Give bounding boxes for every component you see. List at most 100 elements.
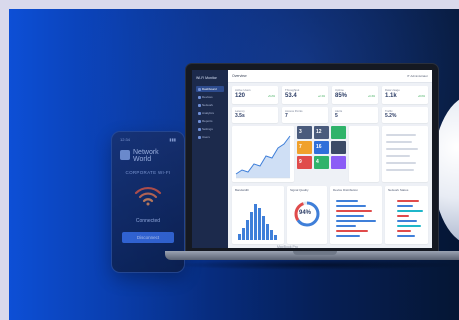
devices-icon (197, 95, 201, 99)
hbar (397, 230, 411, 232)
sidebar-item-users[interactable]: Users (196, 134, 224, 140)
tile-green-2[interactable] (331, 126, 346, 139)
kpi-label: Data Usage (385, 88, 400, 92)
network-status-panel: Network Status (385, 186, 428, 244)
hbar (336, 225, 356, 227)
phone-subtitle: CORPORATE WI-FI (125, 170, 171, 175)
sidebar-item-devices[interactable]: Devices (196, 94, 224, 100)
tile-orange[interactable]: 7 (297, 141, 312, 154)
laptop-shadow (169, 260, 459, 270)
histogram-bar (254, 204, 257, 240)
laptop-model-label: MacBook Pro (277, 245, 299, 249)
sidebar-item-settings[interactable]: Settings (196, 126, 224, 132)
hbar (397, 200, 419, 202)
signal-quality-panel: Signal Quality 94% (287, 186, 327, 244)
hbar (397, 225, 421, 227)
scene: 12:34 ▮▮▮ Network World CORPORATE WI-FI … (9, 9, 459, 320)
sidebar-item-reports[interactable]: Reports (196, 118, 224, 124)
page-title: Overview (232, 74, 247, 78)
hbar (397, 220, 417, 222)
list-row (386, 141, 412, 143)
histogram-bar (258, 208, 261, 240)
line-chart (235, 135, 291, 179)
kpi-value: 120 (235, 93, 246, 99)
tile-slate-2[interactable]: 12 (314, 126, 329, 139)
settings-icon (197, 127, 201, 131)
users-icon (197, 135, 201, 139)
donut-value: 94% (299, 210, 312, 216)
dashboard-icon (197, 87, 201, 91)
sidebar-item-analytics[interactable]: Analytics (196, 110, 224, 116)
kpi-card-uptime[interactable]: Uptime 85% +0.4% (332, 86, 378, 104)
kpi-card-throughput[interactable]: Throughput 53.4 +2.1% (282, 86, 328, 104)
laptop-lid: Wi-Fi Monitor Dashboard Devices Network … (185, 63, 439, 253)
kpi-card-users[interactable]: Active Users 120 +5.2% (232, 86, 278, 104)
disconnect-button[interactable]: Disconnect (122, 232, 174, 243)
laptop-base (165, 251, 459, 260)
hbar (336, 210, 372, 212)
histogram-bar (250, 212, 253, 240)
top-bar: Overview IT Administrator (228, 70, 432, 83)
analytics-icon (197, 111, 201, 115)
reports-icon (197, 119, 201, 123)
panel-title: Device Distribution (333, 188, 359, 192)
panel-title: Network Status (388, 188, 409, 192)
histogram-bar (266, 224, 269, 240)
brand-line-1: Network (133, 149, 159, 156)
list-row (386, 134, 416, 136)
kpi-card-latency[interactable]: Latency 3.5s (232, 107, 278, 123)
status-column (349, 126, 379, 182)
laptop-notch (293, 251, 337, 255)
tile-green[interactable]: 4 (314, 156, 329, 169)
hbar (397, 205, 413, 207)
kpi-value: 1.1k (385, 93, 397, 99)
histogram-bar (270, 230, 273, 240)
kpi-card-traffic[interactable]: Traffic 5.2% (382, 107, 428, 123)
histogram-bar (262, 216, 265, 240)
phone-brand: Network World (133, 149, 159, 163)
tile-slate[interactable]: 3 (297, 126, 312, 139)
kpi-value: 5 (335, 113, 338, 119)
kpi-value: 3.5s (235, 113, 245, 119)
hbar (397, 215, 409, 217)
kpi-card-access-points[interactable]: Access Points 7 (282, 107, 328, 123)
hbar (336, 220, 376, 222)
tile-purple[interactable] (331, 156, 346, 169)
network-logo-icon (120, 150, 130, 160)
signal-icon: ▮▮▮ (169, 137, 176, 142)
user-menu[interactable]: IT Administrator (407, 74, 428, 78)
tile-dark[interactable] (331, 141, 346, 154)
hbar (336, 205, 366, 207)
kpi-value: 53.4 (285, 93, 297, 99)
line-chart-panel (232, 126, 294, 182)
kpi-label: Throughput (285, 88, 300, 92)
phone-status-bar: 12:34 ▮▮▮ (120, 137, 176, 142)
histogram-bar (238, 234, 241, 240)
list-row (386, 148, 418, 150)
sidebar: Wi-Fi Monitor Dashboard Devices Network … (192, 70, 228, 248)
list-row (386, 162, 416, 164)
hbar (336, 235, 360, 237)
kpi-card-alerts[interactable]: Alerts 5 (332, 107, 378, 123)
tile-blue[interactable]: 16 (314, 141, 329, 154)
network-icon (197, 103, 201, 107)
sidebar-item-network[interactable]: Network (196, 102, 224, 108)
phone-time: 12:34 (120, 137, 131, 142)
hbar (336, 200, 358, 202)
brand-line-2: World (133, 156, 152, 163)
histogram (238, 200, 280, 240)
hbar (397, 235, 415, 237)
sidebar-item-dashboard[interactable]: Dashboard (196, 86, 224, 92)
list-row (386, 155, 410, 157)
connection-status: Connected (135, 218, 161, 224)
kpi-card-data-usage[interactable]: Data Usage 1.1k +8.0% (382, 86, 428, 104)
tile-red[interactable]: 9 (297, 156, 312, 169)
kpi-value: 85% (335, 93, 348, 99)
hbar (336, 215, 364, 217)
panel-title: Signal Quality (290, 188, 309, 192)
kpi-change: +2.1% (317, 95, 325, 98)
panel-title: Bandwidth (235, 188, 250, 192)
bandwidth-panel: Bandwidth (232, 186, 284, 244)
kpi-value: 5.2% (385, 113, 397, 119)
histogram-bar (246, 220, 249, 240)
